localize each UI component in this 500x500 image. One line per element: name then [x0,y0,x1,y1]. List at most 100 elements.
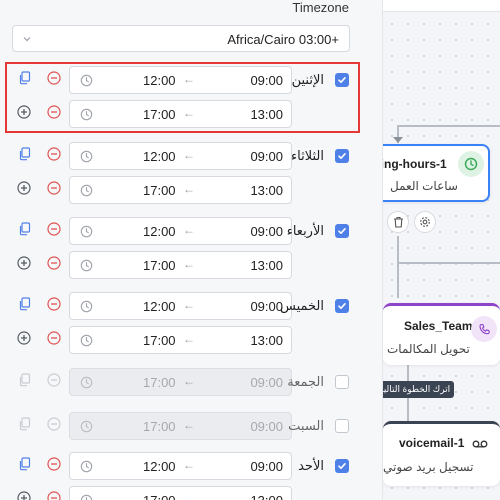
time-to-value: 17:00 [143,333,176,348]
remove-range-button[interactable] [47,456,61,476]
add-range-button[interactable] [17,255,31,275]
copy-hours-button [17,372,31,392]
clock-icon [80,300,93,318]
remove-range-button[interactable] [47,330,61,347]
copy-hours-button [17,416,31,436]
time-to-value: 12:00 [143,149,176,164]
copy-icon [18,296,31,316]
minus-circle-icon [47,416,61,436]
connector-line [397,236,399,298]
day-enabled-checkbox[interactable] [335,149,349,163]
check-icon [337,151,347,161]
add-range-button[interactable] [17,180,31,200]
remove-range-button[interactable] [47,296,61,313]
arrow-left-icon: ← [183,374,195,388]
canvas-toolbar [383,0,500,12]
plus-circle-icon [17,255,31,275]
day-label-thursday: الخميس [280,298,324,313]
gear-icon [420,217,430,227]
connector-line [397,125,500,127]
minus-circle-icon [47,221,61,241]
arrow-left-icon: ← [183,257,195,271]
working-hours-node-title: king-hours-1 [374,157,447,171]
plus-circle-icon [17,180,31,200]
copy-icon [18,456,31,476]
working-hours-node-subtitle: ساعات العمل [390,179,458,193]
copy-icon [18,221,31,241]
clock-icon [80,184,93,202]
arrow-left-icon: ← [183,458,195,472]
remove-range-button[interactable] [47,490,61,500]
selection-highlight [5,62,360,133]
time-range-field[interactable]: 17:00 ← 13:00 [69,251,292,279]
time-from-value: 09:00 [250,149,283,164]
copy-icon [18,416,31,436]
check-icon [337,301,347,311]
time-range-field[interactable]: 12:00 ← 09:00 [69,217,292,245]
time-to-value: 17:00 [143,375,176,390]
time-from-value: 13:00 [250,183,283,198]
time-range-field[interactable]: 17:00 ← 13:00 [69,326,292,354]
next-step-badge: اترك الخطوة التالية [375,381,455,398]
time-from-value: 09:00 [250,459,283,474]
remove-range-button[interactable] [47,146,61,163]
day-enabled-checkbox[interactable] [335,224,349,238]
time-from-value: 13:00 [250,493,283,500]
working-hours-panel: Timezone Africa/Cairo 03:00+ 12:00 ← 09:00… [0,0,383,500]
day-label-friday: الجمعة [287,374,324,389]
time-to-value: 17:00 [143,183,176,198]
clock-icon [80,494,93,500]
time-range-field[interactable]: 17:00 ← 13:00 [69,176,292,204]
arrow-left-icon: ← [183,332,195,346]
time-range-field: 17:00 ← 09:00 [69,368,292,396]
clock-icon [80,376,93,394]
day-enabled-checkbox[interactable] [335,419,349,433]
voicemail-node-title: voicemail-1 [399,436,465,450]
day-enabled-checkbox[interactable] [335,375,349,389]
working-hours-node[interactable]: king-hours-1 ساعات العمل [372,144,490,202]
remove-range-button[interactable] [47,221,61,241]
voicemail-node[interactable]: voicemail-1 تسجيل بريد صوتي [383,421,500,486]
sales-team-node[interactable]: Sales_Team تحويل المكالمات [383,303,500,365]
plus-circle-icon [17,330,31,350]
arrow-left-icon: ← [183,492,195,500]
copy-hours-button[interactable] [17,296,31,316]
time-range-field[interactable]: 12:00 ← 09:00 [69,292,292,320]
time-from-value: 09:00 [250,375,283,390]
arrow-left-icon: ← [183,182,195,196]
clock-icon [80,460,93,478]
remove-range-button[interactable] [47,180,61,197]
remove-range-button [47,372,61,389]
time-range-field[interactable]: 12:00 ← 09:00 [69,452,292,480]
time-to-value: 12:00 [143,299,176,314]
arrow-left-icon: ← [183,418,195,432]
copy-hours-button[interactable] [17,456,31,476]
add-range-button[interactable] [17,490,31,500]
delete-node-button[interactable] [387,211,409,233]
day-enabled-checkbox[interactable] [335,299,349,313]
time-to-value: 12:00 [143,459,176,474]
copy-hours-button[interactable] [17,146,31,166]
arrow-left-icon: ← [183,298,195,312]
add-range-button[interactable] [17,330,31,350]
remove-range-button[interactable] [47,255,61,272]
copy-hours-button[interactable] [17,221,31,241]
clock-icon [80,420,93,438]
plus-circle-icon [17,490,31,500]
clock-icon [458,151,484,177]
arrow-left-icon: ← [183,148,195,162]
chevron-down-icon [21,32,33,50]
day-label-saturday: السبت [288,418,324,433]
day-enabled-checkbox[interactable] [335,459,349,473]
node-settings-button[interactable] [414,211,436,233]
copy-icon [18,372,31,392]
time-to-value: 17:00 [143,493,176,500]
copy-icon [18,146,31,166]
timezone-select[interactable]: Africa/Cairo 03:00+ [12,25,350,52]
time-from-value: 13:00 [250,333,283,348]
minus-circle-icon [47,456,61,476]
day-label-tuesday: الثلاثاء [291,148,324,163]
time-range-field[interactable]: 12:00 ← 09:00 [69,142,292,170]
clock-icon [80,259,93,277]
time-range-field[interactable]: 17:00 ← 13:00 [69,486,292,500]
